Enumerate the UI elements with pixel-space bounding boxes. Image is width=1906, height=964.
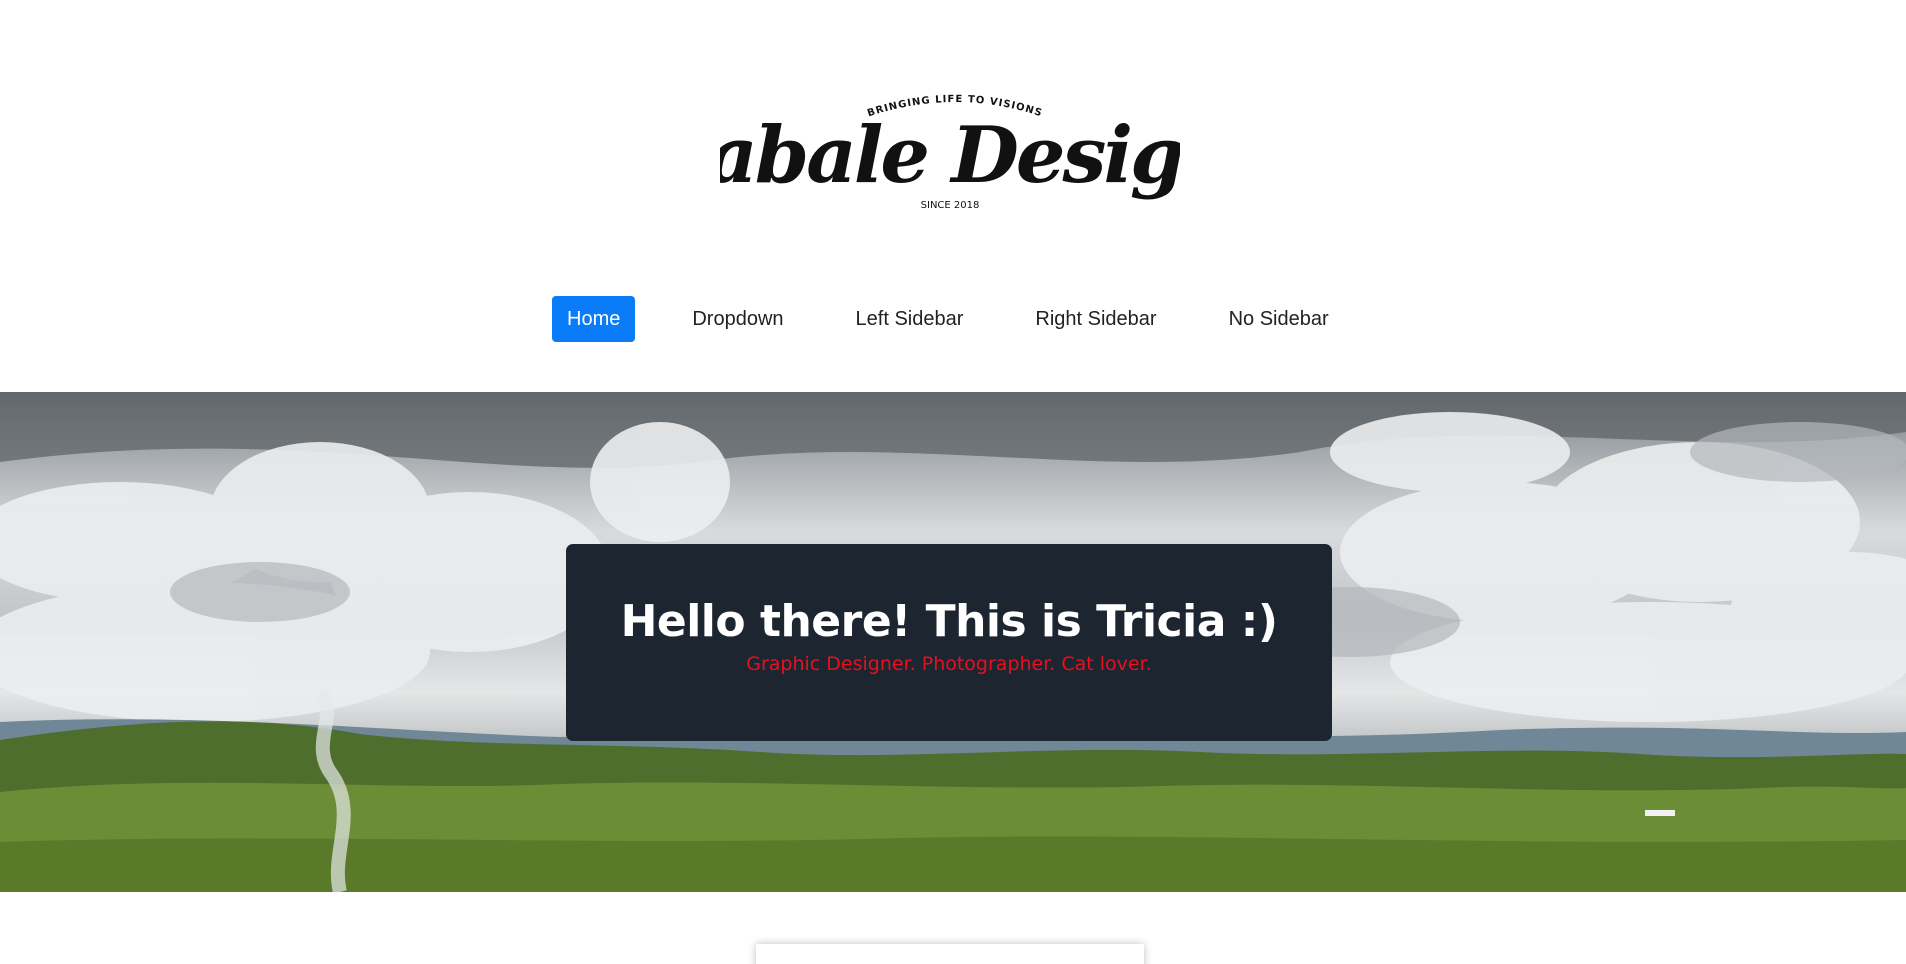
hero-card: Hello there! This is Tricia :) Graphic D…	[566, 544, 1332, 741]
hero-banner: Hello there! This is Tricia :) Graphic D…	[0, 392, 1906, 892]
nav-item-right-sidebar[interactable]: Right Sidebar	[1020, 296, 1171, 342]
hero-subtitle: Graphic Designer. Photographer. Cat love…	[746, 653, 1152, 675]
main-nav: Home Dropdown Left Sidebar Right Sidebar…	[552, 296, 1386, 342]
nav-item-home[interactable]: Home	[552, 296, 636, 342]
hero-title: Hello there! This is Tricia :)	[620, 596, 1278, 647]
logo-image: BRINGING LIFE TO VISIONS Mabale Designs …	[720, 94, 1180, 211]
nav-item-no-sidebar[interactable]: No Sidebar	[1214, 296, 1344, 342]
site-logo[interactable]: BRINGING LIFE TO VISIONS Mabale Designs …	[720, 82, 1180, 222]
nav-item-left-sidebar[interactable]: Left Sidebar	[841, 296, 979, 342]
content-card	[756, 944, 1144, 964]
logo-name: Mabale Designs	[720, 110, 1180, 201]
logo-since: SINCE 2018	[921, 200, 980, 211]
nav-item-dropdown[interactable]: Dropdown	[677, 296, 798, 342]
site-header: BRINGING LIFE TO VISIONS Mabale Designs …	[0, 0, 1906, 392]
